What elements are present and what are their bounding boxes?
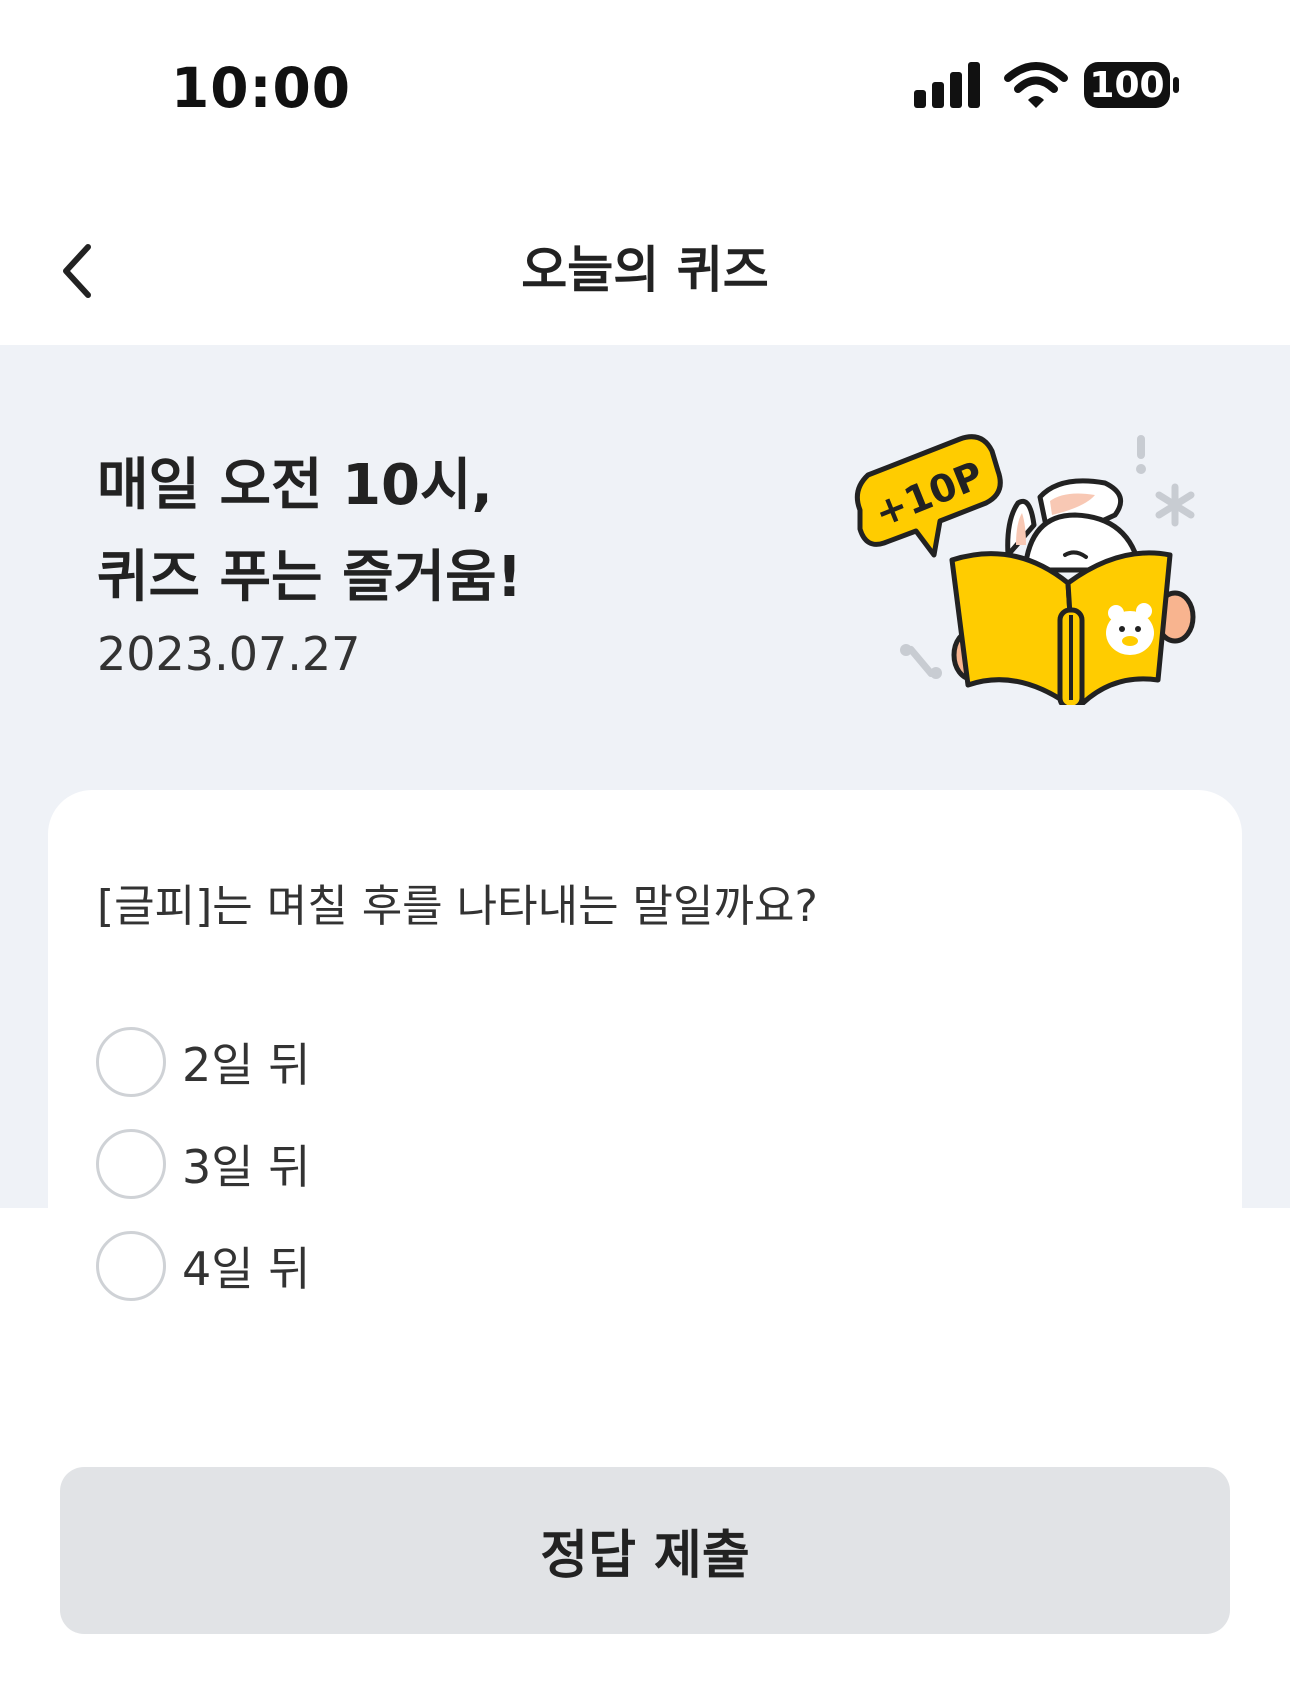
page-title: 오늘의 퀴즈	[521, 241, 769, 299]
battery-level: 100	[1089, 65, 1164, 106]
status-time: 10:00	[171, 56, 352, 120]
hero-title-line2: 퀴즈 푸는 즐거움!	[97, 545, 523, 610]
radio-button[interactable]	[96, 1129, 166, 1199]
quiz-question: [글피]는 며칠 후를 나타내는 말일까요?	[97, 881, 818, 932]
signal-icon	[914, 62, 980, 108]
answer-option-label: 3일 뒤	[182, 1140, 311, 1194]
rabbit-reading-book-illustration: +10P	[840, 405, 1200, 713]
hero-title: 매일 오전 10시, 퀴즈 푸는 즐거움!	[97, 440, 522, 624]
answer-option-label: 4일 뒤	[182, 1242, 311, 1296]
answer-option-3[interactable]: 4일 뒤	[96, 1226, 496, 1306]
status-indicators: 100	[912, 60, 1182, 116]
radio-button[interactable]	[96, 1027, 166, 1097]
submit-answer-button[interactable]: 정답 제출	[60, 1467, 1230, 1634]
answer-option-1[interactable]: 2일 뒤	[96, 1022, 496, 1102]
wifi-icon	[1004, 62, 1068, 108]
points-badge: +10P	[854, 434, 1003, 558]
quiz-date: 2023.07.27	[97, 627, 361, 681]
radio-button[interactable]	[96, 1231, 166, 1301]
status-bar: 10:00 100	[0, 0, 1290, 180]
answer-option-2[interactable]: 3일 뒤	[96, 1124, 496, 1204]
nav-bar: 오늘의 퀴즈	[0, 195, 1290, 345]
answer-option-label: 2일 뒤	[182, 1038, 311, 1092]
hero-title-line1: 매일 오전 10시,	[97, 453, 493, 518]
